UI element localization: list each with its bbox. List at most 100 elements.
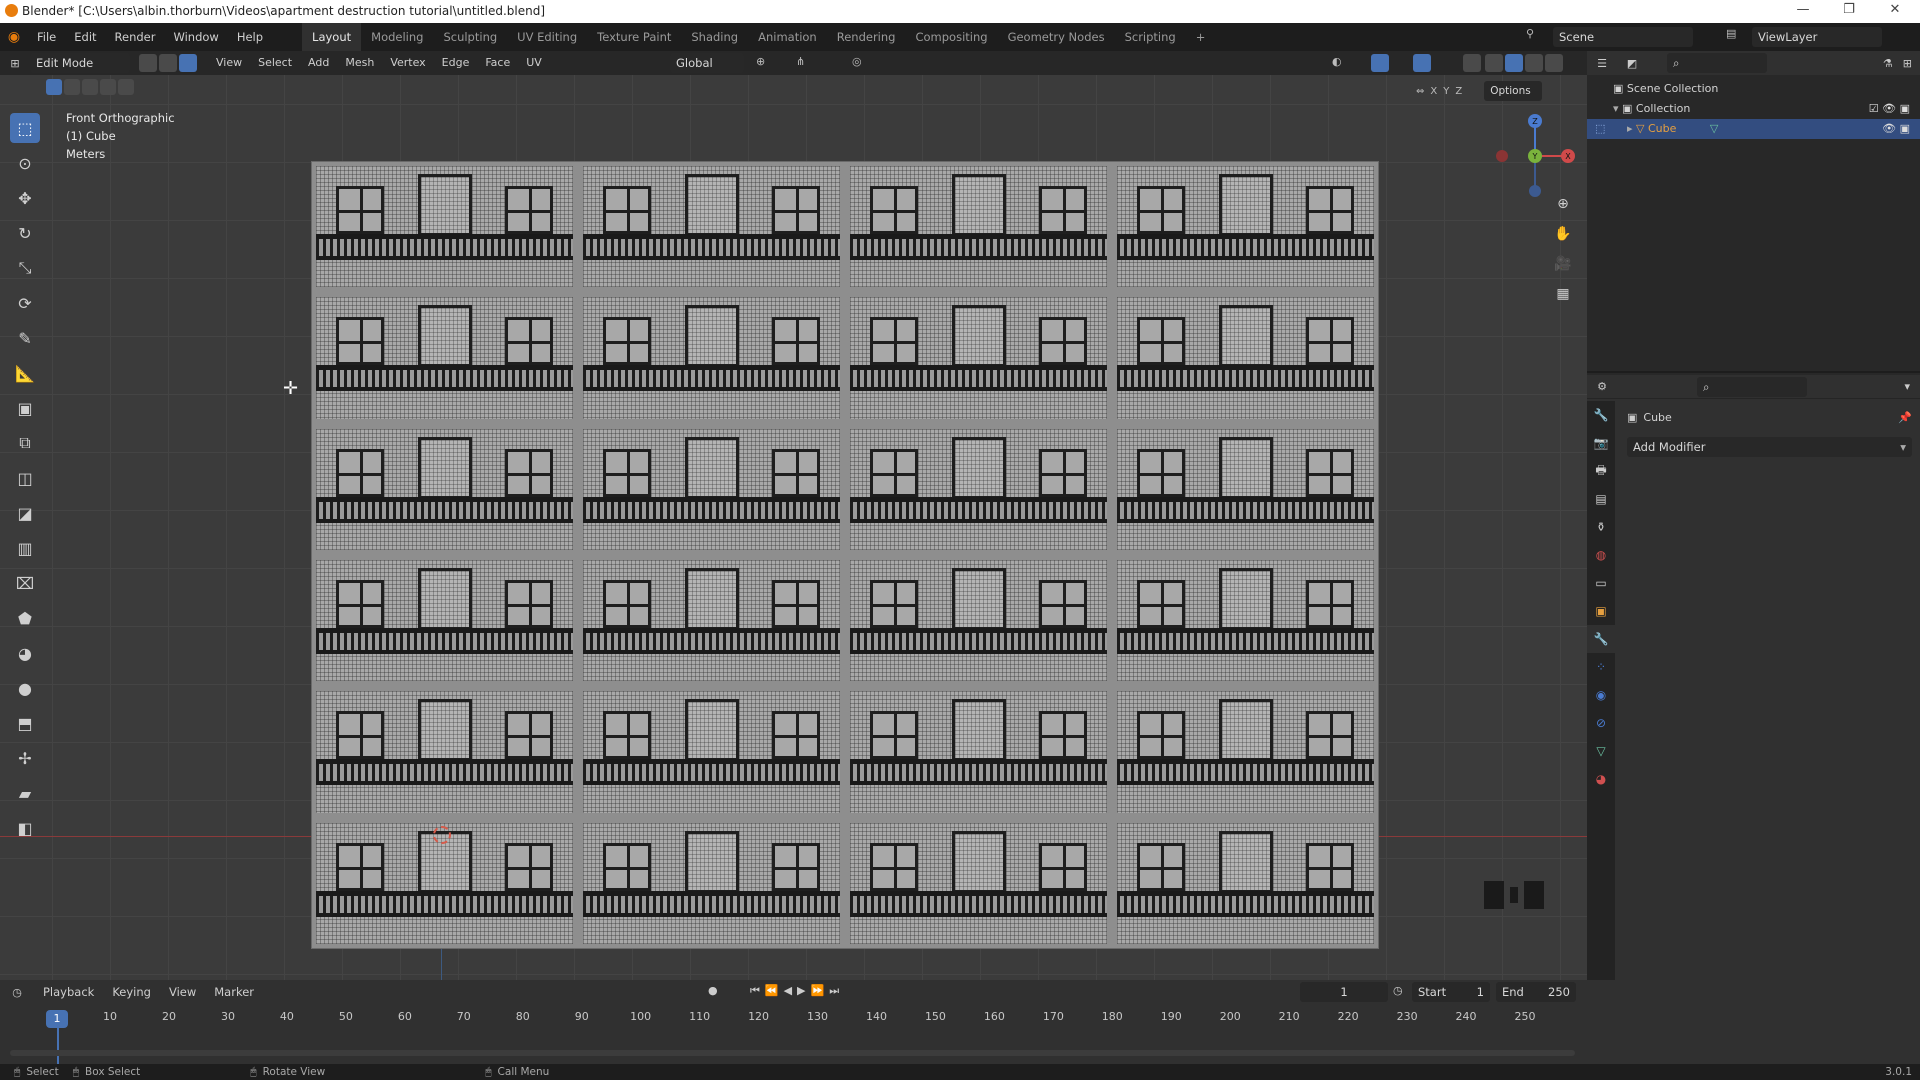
rotate-tool-icon[interactable]: ↻ (10, 218, 40, 248)
particles-tab-icon[interactable]: ⁘ (1587, 653, 1615, 681)
menu-face[interactable]: Face (477, 51, 518, 75)
menu-mesh[interactable]: Mesh (337, 51, 382, 75)
pin-icon[interactable]: 📌 (1898, 411, 1912, 424)
spin-tool-icon[interactable]: ◕ (10, 638, 40, 668)
modifiers-tab-icon[interactable]: 🔧 (1587, 625, 1615, 653)
cube-visibility-icons[interactable]: 👁 ▣ (1882, 119, 1910, 139)
outliner-search-input[interactable]: ⌕ (1667, 53, 1767, 73)
object-tab-icon[interactable]: ▣ (1587, 597, 1615, 625)
menu-uv[interactable]: UV (518, 51, 550, 75)
vertex-select-button[interactable] (139, 54, 157, 72)
tab-compositing[interactable]: Compositing (905, 23, 997, 51)
options-dropdown[interactable]: Options (1484, 81, 1543, 101)
properties-search-input[interactable]: ⌕ (1697, 376, 1807, 397)
playback-controls-icons[interactable]: ⏮⏪◀▶⏩⏭ (750, 984, 844, 998)
mirror-x-toggle[interactable]: X (1430, 86, 1437, 97)
poly-build-tool-icon[interactable]: ⬟ (10, 603, 40, 633)
add-cube-tool-icon[interactable]: ▣ (10, 393, 40, 423)
shrink-fatten-tool-icon[interactable]: ✢ (10, 743, 40, 773)
properties-options-icon[interactable]: ▾ (1904, 380, 1910, 393)
loop-cut-tool-icon[interactable]: ▥ (10, 533, 40, 563)
zoom-icon[interactable]: ⊕ (1550, 191, 1576, 217)
view-layer-tab-icon[interactable]: ▤ (1587, 485, 1615, 513)
pivot-icon[interactable]: ⊕ (756, 55, 765, 68)
current-frame-field[interactable]: 1 (1300, 982, 1388, 1002)
rip-tool-icon[interactable]: ◧ (10, 813, 40, 843)
collection-tab-icon[interactable]: ▭ (1587, 569, 1615, 597)
menu-edge[interactable]: Edge (434, 51, 478, 75)
pan-hand-icon[interactable]: ✋ (1550, 221, 1576, 247)
material-tab-icon[interactable]: ◕ (1587, 765, 1615, 793)
tab-uv-editing[interactable]: UV Editing (507, 23, 587, 51)
outliner-scene-collection[interactable]: ▣ Scene Collection (1587, 79, 1920, 99)
wireframe-shading-button[interactable] (1485, 54, 1503, 72)
apartment-facade-mesh[interactable] (311, 161, 1379, 949)
overlays-toggle-button[interactable] (1413, 54, 1431, 72)
tab-modeling[interactable]: Modeling (361, 23, 433, 51)
transform-orientation-selector[interactable]: Global (670, 53, 744, 73)
menu-help[interactable]: Help (228, 23, 272, 51)
menu-playback[interactable]: Playback (34, 980, 103, 1004)
select-subtract-button[interactable] (82, 79, 98, 95)
preview-range-icon[interactable]: ◷ (1393, 984, 1403, 997)
menu-render[interactable]: Render (106, 23, 165, 51)
select-new-button[interactable] (46, 79, 62, 95)
timeline-editor-icon[interactable]: ◷ (0, 986, 34, 999)
tab-texture-paint[interactable]: Texture Paint (587, 23, 681, 51)
add-workspace-button[interactable]: + (1186, 23, 1216, 51)
mesh-data-icon[interactable]: ▽ (1710, 122, 1718, 135)
tab-layout[interactable]: Layout (302, 23, 362, 51)
render-tab-icon[interactable]: 📷 (1587, 429, 1615, 457)
world-tab-icon[interactable]: ◍ (1587, 541, 1615, 569)
record-icon[interactable]: ● (708, 984, 718, 997)
mode-selector[interactable]: Edit Mode (30, 53, 130, 73)
maximize-button[interactable]: ❐ (1834, 2, 1864, 17)
view-layer-selector[interactable]: ViewLayer (1752, 27, 1882, 47)
tab-rendering[interactable]: Rendering (827, 23, 906, 51)
minimize-button[interactable]: — (1788, 2, 1818, 17)
scale-tool-icon[interactable]: ⤡ (10, 253, 40, 283)
bevel-tool-icon[interactable]: ◪ (10, 498, 40, 528)
3d-viewport[interactable]: ⊞ Edit Mode View Select Add Mesh Vertex … (0, 51, 1587, 980)
knife-tool-icon[interactable]: ⌧ (10, 568, 40, 598)
rendered-shading-button[interactable] (1545, 54, 1563, 72)
select-intersect-button[interactable] (118, 79, 134, 95)
tab-shading[interactable]: Shading (681, 23, 748, 51)
blender-menu-icon[interactable]: ◉ (0, 29, 28, 45)
tab-scripting[interactable]: Scripting (1115, 23, 1186, 51)
outliner-cube[interactable]: ⬚ ▸ ▽ Cube ▽ 👁 ▣ (1587, 119, 1920, 139)
select-box-tool-icon[interactable]: ⬚ (10, 113, 40, 143)
annotate-tool-icon[interactable]: ✎ (10, 323, 40, 353)
mirror-z-toggle[interactable]: Z (1455, 86, 1462, 97)
constraints-tab-icon[interactable]: ⊘ (1587, 709, 1615, 737)
timeline-ruler[interactable]: 1102030405060708090100110120130140150160… (0, 1010, 1587, 1030)
snap-icon[interactable]: ⋔ (796, 55, 805, 68)
face-select-button[interactable] (179, 54, 197, 72)
end-frame-field[interactable]: End 250 (1496, 982, 1576, 1002)
extrude-tool-icon[interactable]: ⧉ (10, 428, 40, 458)
menu-window[interactable]: Window (164, 23, 227, 51)
properties-editor-icon[interactable]: ⚙ (1587, 380, 1617, 393)
menu-vertex[interactable]: Vertex (382, 51, 433, 75)
xray-toggle-button[interactable] (1463, 54, 1481, 72)
outliner-editor-icon[interactable]: ☰ (1587, 57, 1617, 70)
menu-select[interactable]: Select (250, 51, 300, 75)
cursor-tool-icon[interactable]: ⊙ (10, 148, 40, 178)
new-collection-icon[interactable]: ⊞ (1903, 57, 1912, 70)
camera-view-icon[interactable]: 🎥 (1550, 251, 1576, 277)
visibility-icon[interactable]: ◐ (1332, 55, 1342, 68)
tool-tab-icon[interactable]: 🔧 (1587, 401, 1615, 429)
start-frame-field[interactable]: Start 1 (1412, 982, 1490, 1002)
tab-geometry-nodes[interactable]: Geometry Nodes (998, 23, 1115, 51)
add-modifier-dropdown[interactable]: Add Modifier ▾ (1627, 437, 1912, 457)
smooth-tool-icon[interactable]: ● (10, 673, 40, 703)
move-tool-icon[interactable]: ✥ (10, 183, 40, 213)
outliner-collection[interactable]: ▾ ▣ Collection ☑ 👁 ▣ (1587, 99, 1920, 119)
mirror-y-toggle[interactable]: Y (1443, 86, 1449, 97)
solid-shading-button[interactable] (1505, 54, 1523, 72)
measure-tool-icon[interactable]: 📐 (10, 358, 40, 388)
filter-icon[interactable]: ⚗ (1883, 57, 1893, 70)
data-tab-icon[interactable]: ▽ (1587, 737, 1615, 765)
menu-edit[interactable]: Edit (65, 23, 105, 51)
physics-tab-icon[interactable]: ◉ (1587, 681, 1615, 709)
